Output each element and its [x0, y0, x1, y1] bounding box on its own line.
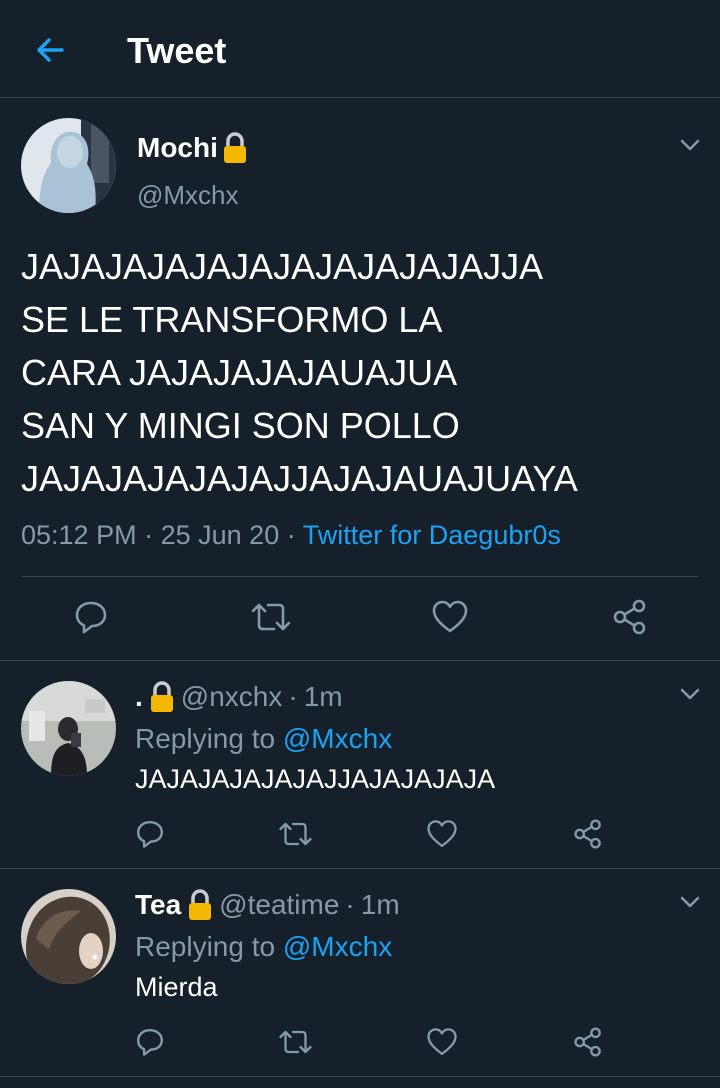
- reply-text: Mierda: [135, 972, 218, 1002]
- page-title: Tweet: [127, 30, 227, 71]
- reply-text: JAJAJAJAJAJAJJAJAJAJAJA: [135, 764, 496, 794]
- chevron-down-icon: [680, 139, 700, 151]
- tweet-time: 05:12 PM: [21, 520, 137, 550]
- avatar[interactable]: [21, 889, 116, 984]
- back-arrow-icon: [37, 38, 64, 62]
- reply-tweet[interactable]: . @nxchx · 1m Replying to @Mxchx JAJAJAJ…: [0, 661, 720, 869]
- top-bar: Tweet: [0, 0, 720, 98]
- author-name[interactable]: Mochi: [137, 132, 248, 164]
- retweet-icon: [279, 1030, 312, 1054]
- lock-icon: [150, 681, 173, 712]
- reply-header: Tea @teatime · 1m: [135, 889, 400, 921]
- more-options-button[interactable]: [677, 132, 703, 158]
- share-button[interactable]: [573, 1026, 603, 1058]
- reply-button[interactable]: [134, 1026, 166, 1058]
- meta-separator: ·: [286, 520, 296, 550]
- reply-icon: [137, 1029, 163, 1056]
- reply-author-handle[interactable]: @teatime: [219, 889, 339, 921]
- tweet-text-line: SE LE TRANSFORMO LA: [21, 299, 443, 340]
- like-button[interactable]: [431, 598, 469, 636]
- reply-tweet[interactable]: Tea @teatime · 1m Replying to @Mxchx Mie…: [0, 869, 720, 1077]
- reply-header: . @nxchx · 1m: [135, 681, 343, 713]
- tweet-text-line: JAJAJAJAJAJAJJAJAJAUAJUAYA: [21, 458, 578, 499]
- more-options-button[interactable]: [677, 889, 703, 915]
- reply-button[interactable]: [134, 818, 166, 850]
- tweet-text-line: SAN Y MINGI SON POLLO: [21, 405, 460, 446]
- author-handle[interactable]: @Mxchx: [137, 180, 239, 211]
- mention-link[interactable]: @Mxchx: [283, 723, 392, 754]
- tweet-meta: 05:12 PM · 25 Jun 20 · Twitter for Daegu…: [21, 520, 561, 551]
- replying-to: Replying to @Mxchx: [135, 723, 392, 755]
- meta-separator: ·: [288, 681, 298, 712]
- reply-icon: [137, 821, 163, 848]
- chevron-down-icon: [680, 688, 700, 700]
- reply-time: 1m: [303, 681, 343, 712]
- like-icon: [427, 1028, 457, 1055]
- reply-time: 1m: [360, 889, 400, 920]
- replying-to-label: Replying to: [135, 723, 276, 754]
- like-button[interactable]: [426, 1026, 458, 1058]
- retweet-button[interactable]: [278, 1026, 313, 1058]
- meta-separator: ·: [144, 520, 154, 550]
- mention-link[interactable]: @Mxchx: [283, 931, 392, 962]
- tweet-text-line: CARA JAJAJAJAJAUAJUA: [21, 352, 458, 393]
- tweet-source-link[interactable]: Twitter for Daegubr0s: [303, 520, 561, 550]
- retweet-icon: [251, 603, 291, 631]
- share-icon: [574, 1027, 601, 1057]
- main-tweet: Mochi @Mxchx JAJAJAJAJAJAJAJAJAJAJAJJA S…: [0, 98, 720, 661]
- reply-icon: [75, 601, 107, 634]
- share-button[interactable]: [612, 598, 648, 636]
- lock-icon: [223, 132, 246, 163]
- retweet-icon: [279, 822, 312, 846]
- author-name-text: Mochi: [137, 132, 218, 163]
- tweet-date: 25 Jun 20: [160, 520, 280, 550]
- like-icon: [427, 820, 457, 847]
- replying-to: Replying to @Mxchx: [135, 931, 392, 963]
- share-icon: [574, 819, 601, 849]
- avatar[interactable]: [21, 118, 116, 213]
- like-button[interactable]: [426, 818, 458, 850]
- back-button[interactable]: [30, 30, 70, 70]
- avatar[interactable]: [21, 681, 116, 776]
- reply-author-name[interactable]: Tea: [135, 889, 181, 921]
- lock-icon: [189, 889, 212, 920]
- like-icon: [432, 600, 468, 633]
- reply-author-name[interactable]: .: [135, 681, 143, 713]
- reply-author-handle[interactable]: @nxchx: [181, 681, 283, 713]
- reply-button[interactable]: [72, 598, 110, 636]
- divider: [21, 576, 699, 577]
- replying-to-label: Replying to: [135, 931, 276, 962]
- tweet-text: JAJAJAJAJAJAJAJAJAJAJAJJA SE LE TRANSFOR…: [21, 240, 701, 505]
- chevron-down-icon: [680, 896, 700, 908]
- retweet-button[interactable]: [278, 818, 313, 850]
- retweet-button[interactable]: [250, 598, 292, 636]
- share-button[interactable]: [573, 818, 603, 850]
- share-icon: [613, 599, 646, 635]
- more-options-button[interactable]: [677, 681, 703, 707]
- meta-separator: ·: [345, 889, 355, 920]
- tweet-text-line: JAJAJAJAJAJAJAJAJAJAJAJJA: [21, 246, 544, 287]
